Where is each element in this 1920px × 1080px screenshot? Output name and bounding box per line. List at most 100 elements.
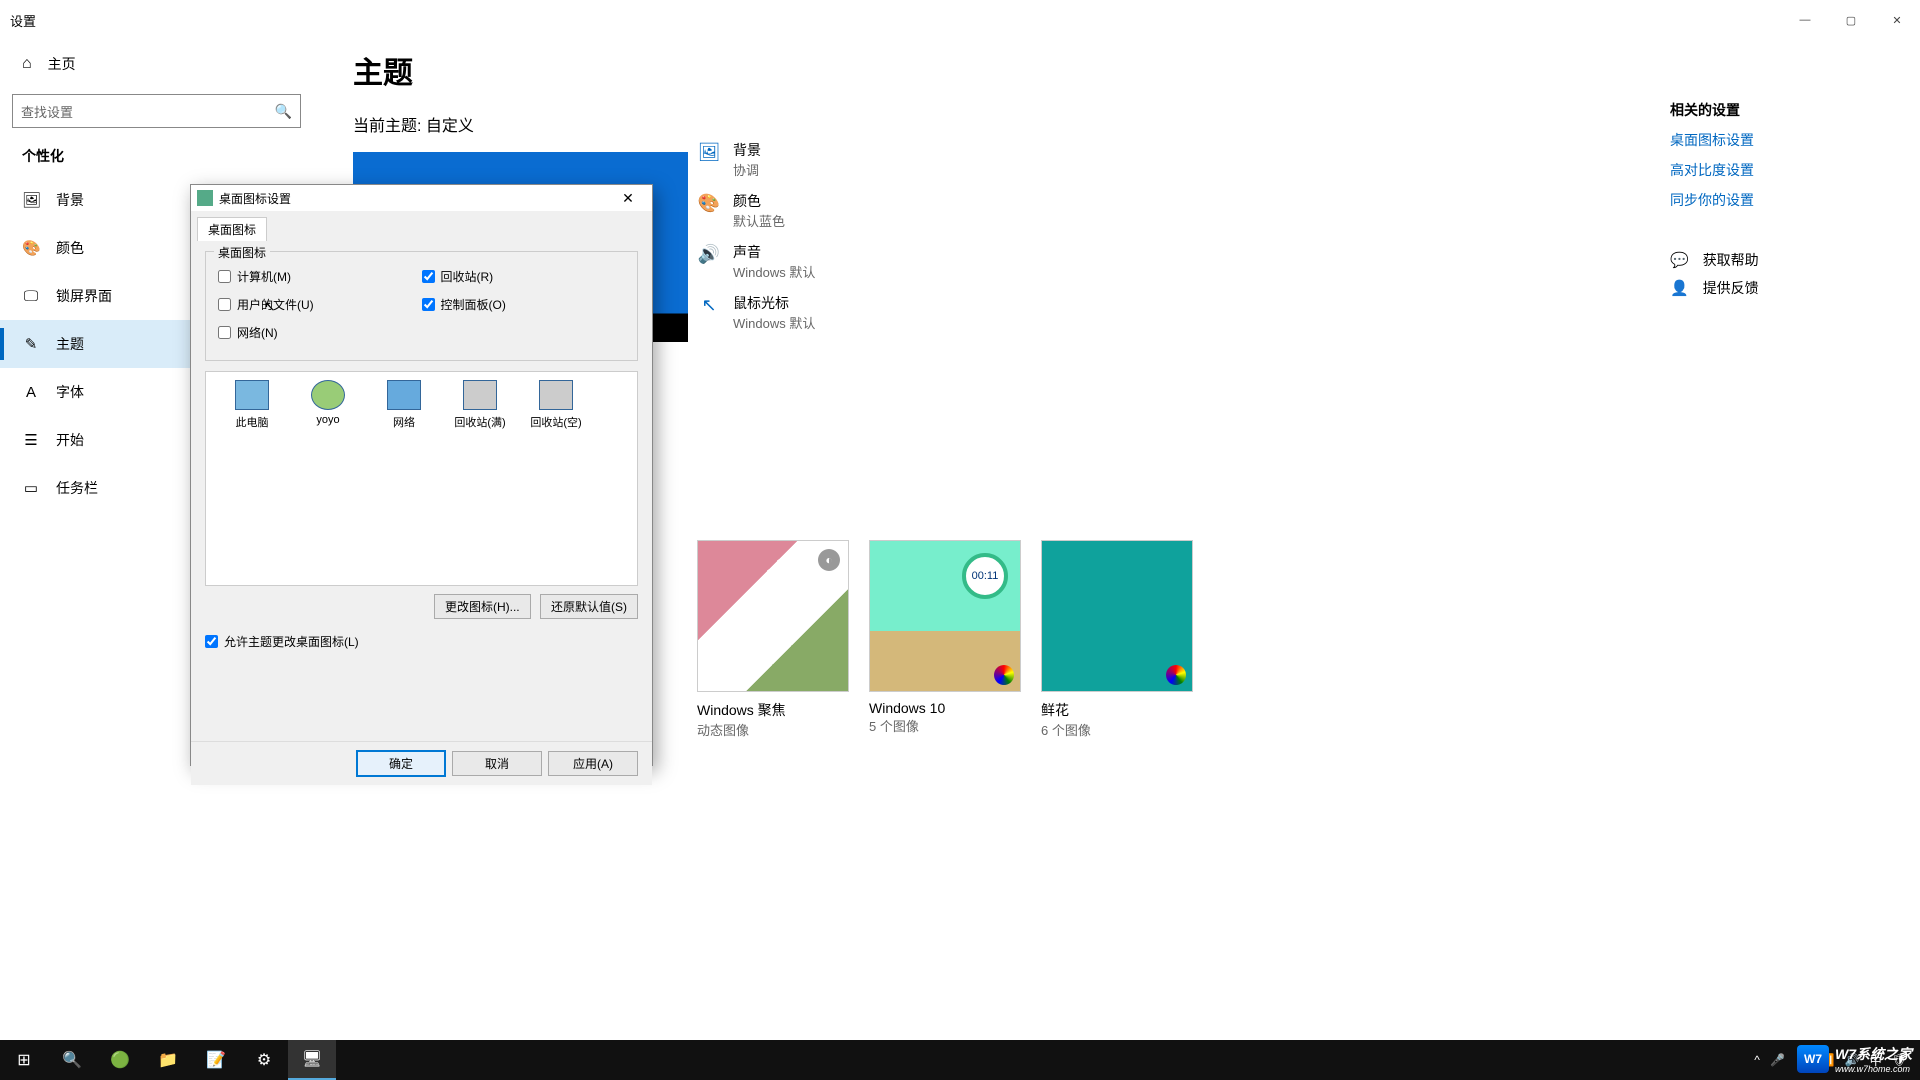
sidebar-item-label: 颜色 [56,238,84,258]
related-heading: 相关的设置 [1670,100,1890,120]
prop-color[interactable]: 🎨 颜色默认蓝色 [697,191,815,230]
themes-list: ◐ Windows 聚焦 动态图像 00:11 Windows 10 5 个图像… [697,540,1193,739]
window-title: 设置 [10,11,36,30]
page-title: 主题 [353,48,1880,92]
picture-icon: 🖼 [22,191,40,209]
icon-label: 回收站(空) [518,414,594,430]
sidebar-item-label: 字体 [56,382,84,402]
user-icon [311,380,345,410]
maximize-button[interactable]: ▢ [1828,0,1874,40]
watermark: W7 W7系统之家 www.w7home.com [1797,1044,1912,1074]
chrome-button[interactable]: 🟢 [96,1040,144,1080]
section-heading: 个性化 [0,146,313,176]
search-button[interactable]: 🔍 [48,1040,96,1080]
icon-label: 回收站(满) [442,414,518,430]
prop-value: 默认蓝色 [733,211,785,230]
icon-label: 网络 [366,414,442,430]
link-desktop-icons[interactable]: 桌面图标设置 [1670,130,1890,150]
chk-label: 计算机(M) [237,268,291,285]
display-task-button[interactable]: 🖥 [288,1040,336,1080]
sidebar-item-label: 主题 [56,334,84,354]
sidebar-item-label: 任务栏 [56,478,98,498]
chk-label: 网络(N) [237,324,278,341]
prop-title: 颜色 [733,191,785,211]
get-help[interactable]: 💬获取帮助 [1670,250,1890,270]
start-button[interactable]: ⊞ [0,1040,48,1080]
help-icon: 💬 [1670,251,1689,269]
ok-button[interactable]: 确定 [356,750,446,777]
prop-background[interactable]: 🖼 背景协调 [697,140,815,179]
icon-preview-list[interactable]: 此电脑 yoyo 网络 回收站(满) 回收站(空) [205,371,638,586]
color-badge-icon [1166,665,1186,685]
feedback-label: 提供反馈 [1703,278,1759,298]
feedback-icon: 👤 [1670,279,1689,297]
chk-recycle[interactable]: 回收站(R) [422,262,626,290]
change-icon-button[interactable]: 更改图标(H)... [434,594,531,619]
chk-label: 用户的文件(U) [237,296,314,313]
tray-chevron-icon[interactable]: ^ [1754,1053,1760,1067]
notepad-button[interactable]: 📝 [192,1040,240,1080]
chk-label: 控制面板(O) [441,296,506,313]
link-high-contrast[interactable]: 高对比度设置 [1670,160,1890,180]
icon-item-recycle-empty[interactable]: 回收站(空) [518,380,594,430]
picture-icon: 🖼 [697,140,721,164]
theme-name: Windows 聚焦 [697,700,849,720]
chk-controlpanel[interactable]: 控制面板(O) [422,290,626,318]
give-feedback[interactable]: 👤 提供反馈 [1670,278,1890,298]
sidebar-home[interactable]: ⌂ 主页 [0,40,313,88]
cancel-button[interactable]: 取消 [452,751,542,776]
dialog-body: 桌面图标 计算机(M) 用户的文件(U) 网络(N) 回收站(R) 控制面板(O… [191,241,652,741]
dialog-title: 桌面图标设置 [219,190,291,207]
prop-cursor[interactable]: ↖鼠标光标Windows 默认 [697,293,815,332]
dialog-tabs: 桌面图标 [191,211,652,241]
icon-label: yoyo [290,414,366,426]
recycle-full-icon [463,380,497,410]
apply-button[interactable]: 应用(A) [548,751,638,776]
minimize-button[interactable]: — [1782,0,1828,40]
desktop-icons-fieldset: 桌面图标 计算机(M) 用户的文件(U) 网络(N) 回收站(R) 控制面板(O… [205,251,638,361]
dialog-icon [197,190,213,206]
sound-icon: 🔊 [697,242,721,266]
theme-card-spotlight[interactable]: ◐ Windows 聚焦 动态图像 [697,540,849,739]
palette-icon: 🎨 [697,191,721,215]
sidebar-item-label: 锁屏界面 [56,286,112,306]
theme-sub: 动态图像 [697,720,849,739]
restore-defaults-button[interactable]: 还原默认值(S) [540,594,638,619]
tab-desktop-icons[interactable]: 桌面图标 [197,217,267,241]
icon-item-network[interactable]: 网络 [366,380,442,430]
chk-computer[interactable]: 计算机(M) [218,262,422,290]
font-icon: A [22,384,40,401]
icon-item-thispc[interactable]: 此电脑 [214,380,290,430]
sidebar-item-label: 开始 [56,430,84,450]
explorer-button[interactable]: 📁 [144,1040,192,1080]
watermark-sub: www.w7home.com [1835,1064,1912,1074]
chk-network[interactable]: 网络(N) [218,318,422,346]
search-input[interactable]: 查找设置 🔍 [12,94,301,128]
chk-label: 允许主题更改桌面图标(L) [224,633,359,650]
tray-mic-icon[interactable]: 🎤 [1770,1053,1785,1067]
theme-card-windows10[interactable]: 00:11 Windows 10 5 个图像 [869,540,1021,739]
theme-sub: 6 个图像 [1041,720,1193,739]
theme-card-flowers[interactable]: 鲜花 6 个图像 [1041,540,1193,739]
prop-sound[interactable]: 🔊声音Windows 默认 [697,242,815,281]
sidebar-home-label: 主页 [48,54,76,74]
icon-label: 此电脑 [214,414,290,430]
prop-value: 协调 [733,160,761,179]
icon-item-recycle-full[interactable]: 回收站(满) [442,380,518,430]
theme-name: 鲜花 [1041,700,1193,720]
settings-task-button[interactable]: ⚙ [240,1040,288,1080]
lock-icon: 🖵 [22,288,40,305]
dialog-close-button[interactable]: ✕ [610,190,646,207]
link-sync[interactable]: 同步你的设置 [1670,190,1890,210]
current-theme-label: 当前主题: 自定义 [353,112,1880,136]
titlebar: 设置 — ▢ ✕ [0,0,1920,40]
icon-item-user[interactable]: yoyo [290,380,366,426]
dialog-footer: 确定 取消 应用(A) [191,741,652,785]
theme-sub: 5 个图像 [869,716,1021,735]
close-button[interactable]: ✕ [1874,0,1920,40]
chk-allow-themes[interactable]: 允许主题更改桌面图标(L) [205,633,638,650]
chk-userfiles[interactable]: 用户的文件(U) [218,290,422,318]
search-placeholder: 查找设置 [21,102,73,121]
taskbar: ⊞ 🔍 🟢 📁 📝 ⚙ 🖥 ^ 🎤 🔋 📶 🔊 中 🛡 W7 W7系统之家 ww… [0,1040,1920,1080]
prop-title: 背景 [733,140,761,160]
